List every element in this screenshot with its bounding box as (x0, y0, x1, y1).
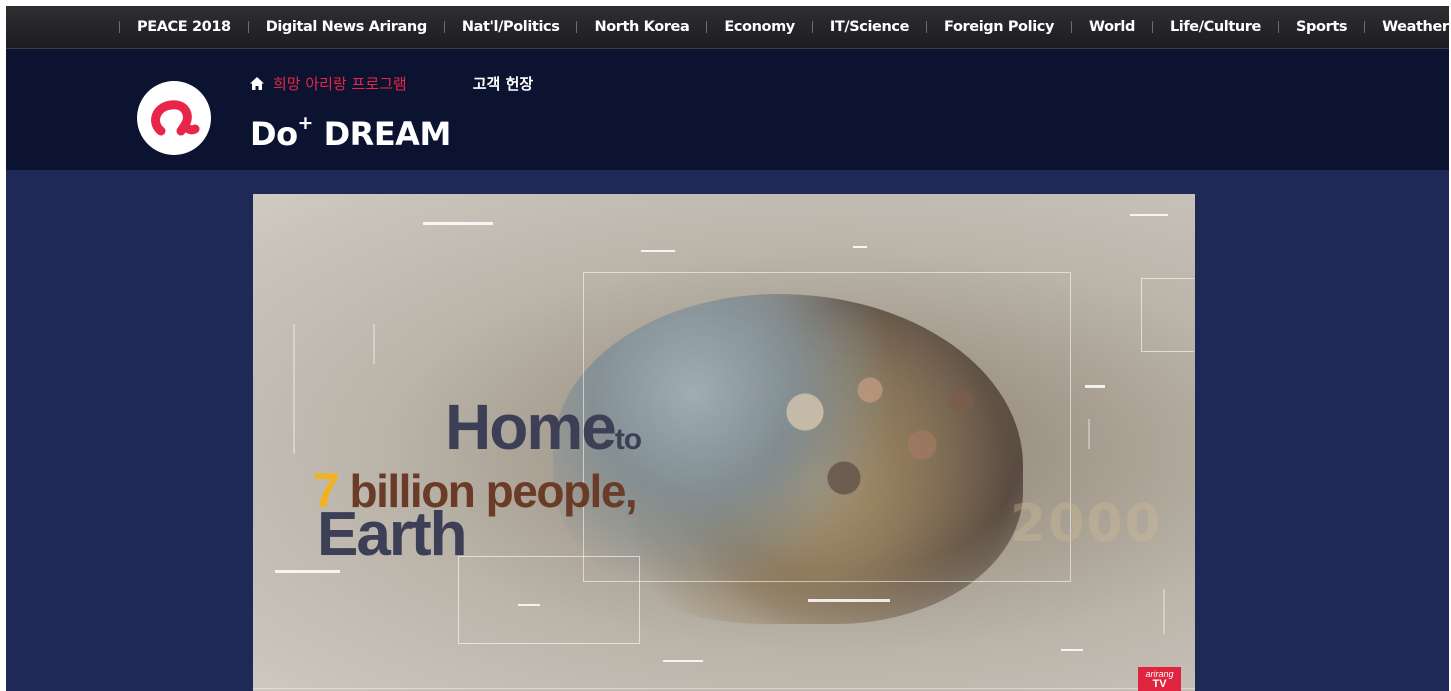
overlay-line (641, 250, 675, 252)
overlay-line (253, 688, 1195, 689)
arirang-logo[interactable] (137, 81, 211, 155)
nav-it-science[interactable]: IT/Science (813, 19, 926, 35)
headline-home: Hometo (445, 390, 642, 464)
nav-digital-news-arirang[interactable]: Digital News Arirang (249, 19, 444, 35)
nav-life-culture[interactable]: Life/Culture (1153, 19, 1278, 35)
overlay-line (275, 570, 340, 573)
year-overlay: 2000 (1010, 494, 1163, 554)
nav-economy[interactable]: Economy (707, 19, 812, 35)
page-frame: PEACE 2018 Digital News Arirang Nat'l/Po… (6, 6, 1449, 691)
home-icon[interactable] (249, 76, 265, 91)
overlay-line (373, 324, 375, 364)
program-header: 희망 아리랑 프로그램 고객 헌장 Do+ DREAM (6, 49, 1449, 170)
topnav-list: PEACE 2018 Digital News Arirang Nat'l/Po… (119, 6, 1449, 48)
nav-weather[interactable]: Weather (1365, 19, 1449, 35)
breadcrumb-customer-charter[interactable]: 고객 헌장 (473, 73, 533, 94)
nav-natl-politics[interactable]: Nat'l/Politics (445, 19, 577, 35)
overlay-line (808, 599, 890, 602)
nav-sports[interactable]: Sports (1279, 19, 1364, 35)
overlay-line (1163, 589, 1165, 634)
title-rest: DREAM (312, 115, 452, 153)
title-plus: + (297, 112, 314, 135)
overlay-line (853, 246, 867, 248)
frame-overlay (458, 556, 640, 644)
breadcrumb: 희망 아리랑 프로그램 고객 헌장 (249, 73, 533, 94)
headline-to-text: to (614, 423, 642, 456)
frame-overlay (1141, 278, 1194, 352)
overlay-line (663, 660, 703, 662)
overlay-line (1088, 419, 1090, 449)
overlay-line (293, 324, 295, 454)
arirang-a-logo-icon (151, 100, 200, 136)
breadcrumb-current[interactable]: 희망 아리랑 프로그램 (273, 73, 407, 94)
headline-home-text: Home (445, 391, 617, 463)
overlay-line (518, 604, 540, 606)
nav-world[interactable]: World (1072, 19, 1152, 35)
frame-overlay (583, 272, 1071, 582)
overlay-line (1061, 649, 1083, 651)
overlay-line (1085, 385, 1105, 388)
badge-tv: TV (1152, 678, 1167, 690)
headline-earth: Earth (317, 500, 467, 569)
nav-north-korea[interactable]: North Korea (577, 19, 706, 35)
overlay-line (1130, 214, 1168, 216)
top-navigation: PEACE 2018 Digital News Arirang Nat'l/Po… (6, 6, 1449, 49)
arirang-tv-badge: arirang TV (1138, 667, 1181, 691)
title-main: Do (250, 115, 298, 153)
nav-peace-2018[interactable]: PEACE 2018 (120, 19, 248, 35)
page-title: Do+ DREAM (250, 112, 452, 153)
video-player[interactable]: 2000 Hometo 7 billion people, Earth arir… (253, 194, 1195, 691)
overlay-line (423, 222, 493, 225)
nav-foreign-policy[interactable]: Foreign Policy (927, 19, 1071, 35)
